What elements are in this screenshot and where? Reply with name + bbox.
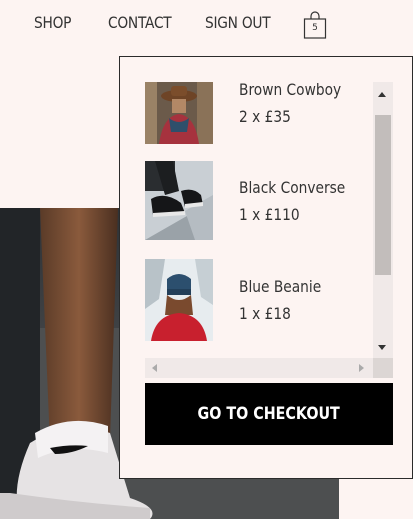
item-name: Black Converse (239, 178, 346, 197)
cart-item[interactable]: Black Converse 1 x £110 (145, 161, 375, 245)
top-nav: SHOP CONTACT SIGN OUT 5 (0, 0, 413, 50)
vertical-scrollbar[interactable] (373, 82, 393, 358)
nav-shop-link[interactable]: SHOP (34, 13, 71, 32)
checkout-button[interactable]: GO TO CHECKOUT (145, 383, 393, 445)
item-name: Blue Beanie (239, 277, 322, 296)
cart-item[interactable]: Blue Beanie 1 x £18 (145, 259, 375, 343)
scroll-up-arrow-icon[interactable] (378, 92, 386, 97)
item-quantity-price: 1 x £18 (239, 304, 291, 323)
brown-cowboy-thumbnail (145, 82, 213, 144)
cart-dropdown: Brown Cowboy 2 x £35 Black Converse 1 x (119, 56, 413, 479)
blue-beanie-thumbnail (145, 259, 213, 341)
scroll-left-arrow-icon[interactable] (152, 364, 157, 372)
bag-count-badge: 5 (312, 23, 318, 33)
nav-contact-link[interactable]: CONTACT (108, 13, 172, 32)
scroll-right-arrow-icon[interactable] (359, 364, 364, 372)
horizontal-scrollbar[interactable] (145, 358, 373, 378)
scrollbar-corner (373, 358, 393, 378)
scroll-down-arrow-icon[interactable] (378, 345, 386, 350)
nav-signout-link[interactable]: SIGN OUT (205, 13, 271, 32)
item-quantity-price: 2 x £35 (239, 107, 291, 126)
item-quantity-price: 1 x £110 (239, 205, 300, 224)
cart-item[interactable]: Brown Cowboy 2 x £35 (145, 82, 375, 166)
black-converse-thumbnail (145, 161, 213, 240)
checkout-label: GO TO CHECKOUT (197, 404, 341, 424)
item-name: Brown Cowboy (239, 82, 342, 99)
vertical-scroll-thumb[interactable] (375, 115, 391, 275)
shopping-bag-button[interactable]: 5 (303, 10, 327, 40)
cart-item-list[interactable]: Brown Cowboy 2 x £35 Black Converse 1 x (145, 82, 393, 378)
